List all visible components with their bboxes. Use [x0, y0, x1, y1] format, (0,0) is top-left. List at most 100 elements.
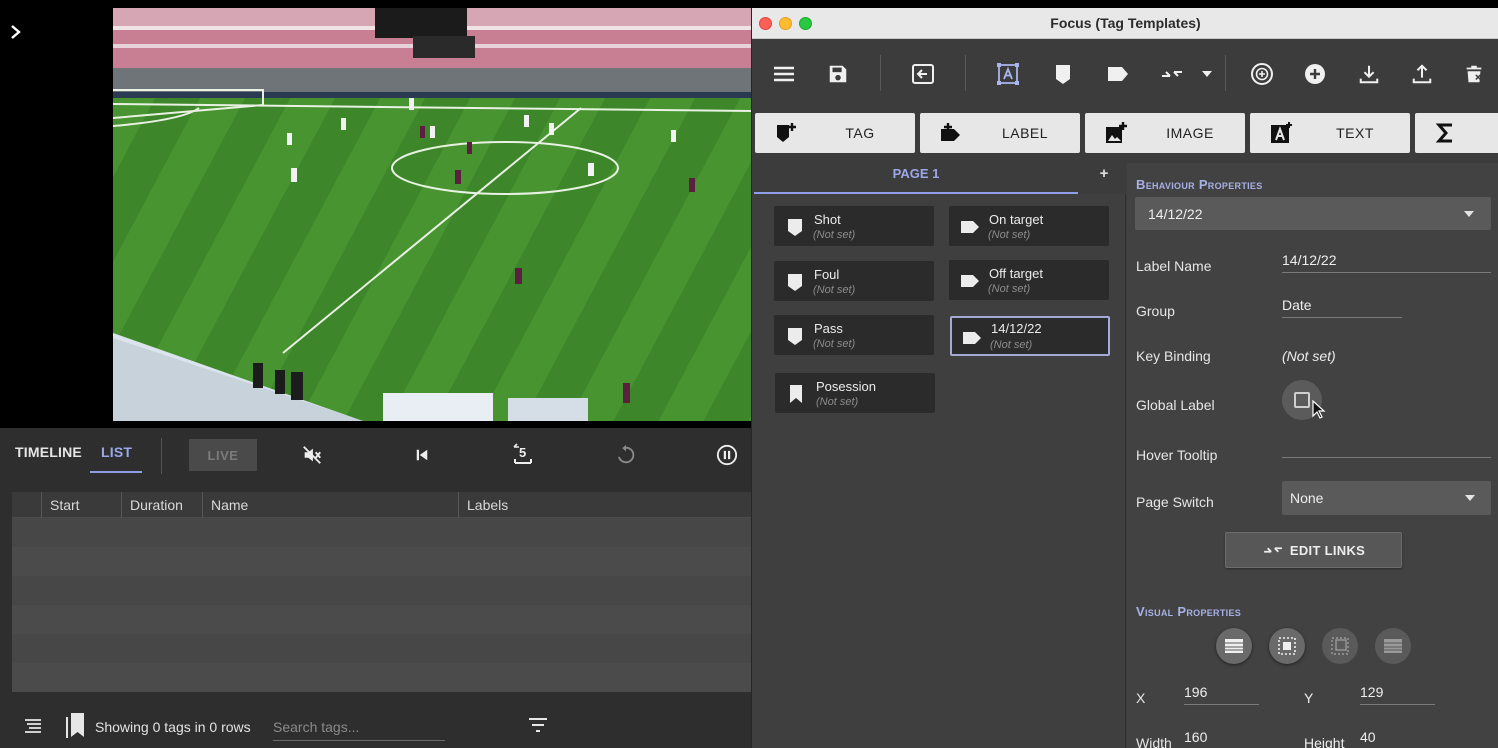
- toolbar-divider: [965, 55, 966, 91]
- add-page-button[interactable]: +: [1094, 163, 1114, 185]
- tag-value: (Not set): [988, 229, 1031, 241]
- element-type-bar: TAG LABEL IMAGE TEXT C: [752, 107, 1498, 163]
- tab-list[interactable]: LIST: [101, 444, 132, 460]
- x-input[interactable]: [1184, 679, 1259, 705]
- toolbar: [752, 39, 1498, 107]
- tag-name: Shot: [814, 212, 841, 227]
- column-header-duration[interactable]: Duration: [121, 492, 202, 518]
- layers-icon[interactable]: [1375, 628, 1411, 664]
- y-label: Y: [1304, 690, 1314, 706]
- links-icon[interactable]: [1157, 59, 1187, 89]
- tag-posession[interactable]: Posession (Not set): [775, 373, 935, 413]
- group-input[interactable]: [1282, 292, 1402, 318]
- tag-name: 14/12/22: [991, 321, 1042, 336]
- label-icon: [963, 332, 981, 344]
- checkbox-box: [1294, 392, 1310, 408]
- edit-links-button[interactable]: EDIT LINKS: [1225, 532, 1402, 568]
- tag-value: (Not set): [988, 283, 1031, 295]
- hover-tooltip-label: Hover Tooltip: [1136, 447, 1218, 463]
- add-tag-label: TAG: [845, 125, 875, 141]
- table-row-stripe: [12, 547, 751, 576]
- tag-name: Posession: [816, 379, 876, 394]
- filter-icon[interactable]: [528, 716, 548, 734]
- label-name-input[interactable]: [1282, 247, 1491, 273]
- save-icon[interactable]: [823, 59, 853, 89]
- add-text-label: TEXT: [1336, 125, 1374, 141]
- menu-icon[interactable]: [769, 59, 799, 89]
- column-header-start[interactable]: Start: [41, 492, 121, 518]
- selected-label-value: 14/12/22: [1148, 206, 1203, 222]
- label-off-target[interactable]: Off target (Not set): [949, 260, 1109, 300]
- tag-icon: [788, 328, 802, 345]
- label-icon: [961, 275, 979, 287]
- height-input[interactable]: [1360, 724, 1435, 748]
- share-icon[interactable]: [1407, 59, 1437, 89]
- table-row-stripe: [12, 605, 751, 634]
- video-player[interactable]: [113, 8, 751, 421]
- links-icon: [1263, 547, 1282, 553]
- skip-back-5-icon[interactable]: 5: [510, 442, 536, 468]
- column-header-labels[interactable]: Labels: [458, 492, 751, 518]
- skip-to-start-icon[interactable]: [409, 442, 435, 468]
- tag-value: (Not set): [813, 229, 856, 241]
- tag-value: (Not set): [990, 339, 1033, 351]
- properties-panel: Behaviour Properties 14/12/22 Label Name…: [1127, 163, 1498, 748]
- title-bar[interactable]: Focus (Tag Templates): [752, 8, 1498, 39]
- page-switch-dropdown[interactable]: None: [1282, 481, 1491, 515]
- rewind-icon[interactable]: [613, 442, 639, 468]
- table-row-stripe: [12, 663, 751, 692]
- tag-icon[interactable]: [1048, 59, 1078, 89]
- chevron-right-icon[interactable]: [8, 22, 24, 42]
- add-image-button[interactable]: IMAGE: [1085, 113, 1245, 153]
- download-icon[interactable]: [1354, 59, 1384, 89]
- label-icon[interactable]: [1103, 59, 1133, 89]
- table-body[interactable]: [12, 518, 751, 692]
- sort-icon[interactable]: [23, 716, 43, 734]
- tag-name: Pass: [814, 321, 843, 336]
- tag-icon: [788, 274, 802, 291]
- key-binding-value[interactable]: (Not set): [1282, 348, 1336, 364]
- width-input[interactable]: [1184, 724, 1259, 748]
- label-date-selected[interactable]: 14/12/22 (Not set): [950, 316, 1110, 356]
- add-label-button[interactable]: LABEL: [920, 113, 1080, 153]
- tag-foul[interactable]: Foul (Not set): [774, 261, 934, 301]
- add-label-label: LABEL: [1001, 125, 1049, 141]
- column-header-name[interactable]: Name: [202, 492, 458, 518]
- tab-page-1[interactable]: PAGE 1: [754, 163, 1078, 194]
- frame-icon[interactable]: [1322, 628, 1358, 664]
- tag-shot[interactable]: Shot (Not set): [774, 206, 934, 246]
- global-label-checkbox[interactable]: [1282, 380, 1326, 420]
- football-pitch-image: [113, 8, 751, 421]
- text-frame-icon[interactable]: [993, 59, 1023, 89]
- exit-icon[interactable]: [908, 59, 938, 89]
- add-circle-icon[interactable]: [1300, 59, 1330, 89]
- delete-icon[interactable]: [1459, 59, 1489, 89]
- add-text-button[interactable]: TEXT: [1250, 113, 1410, 153]
- add-circle-outline-icon[interactable]: [1247, 59, 1277, 89]
- column-header-select[interactable]: [12, 492, 41, 518]
- tag-template-canvas[interactable]: Shot (Not set) On target (Not set) Foul …: [752, 194, 1126, 748]
- key-binding-label: Key Binding: [1136, 348, 1211, 364]
- dropdown-icon[interactable]: [1197, 59, 1217, 89]
- select-area-icon[interactable]: [1269, 628, 1305, 664]
- hover-tooltip-input[interactable]: [1282, 432, 1491, 458]
- tag-name: Off target: [989, 266, 1043, 281]
- selected-label-dropdown[interactable]: 14/12/22: [1135, 197, 1491, 230]
- add-formula-button[interactable]: C: [1415, 113, 1498, 153]
- list-footer: Showing 0 tags in 0 rows: [0, 703, 751, 748]
- tab-timeline[interactable]: TIMELINE: [15, 444, 82, 460]
- mute-icon[interactable]: [299, 442, 325, 468]
- label-on-target[interactable]: On target (Not set): [949, 206, 1109, 246]
- tag-icon: [788, 219, 802, 236]
- live-button[interactable]: LIVE: [189, 439, 257, 471]
- search-tags-input[interactable]: [273, 713, 445, 741]
- tag-pass[interactable]: Pass (Not set): [774, 315, 934, 355]
- page-switch-label: Page Switch: [1136, 494, 1214, 510]
- y-input[interactable]: [1360, 679, 1435, 705]
- label-icon: [961, 221, 979, 233]
- left-strip: [0, 0, 113, 428]
- add-tag-button[interactable]: TAG: [755, 113, 915, 153]
- svg-text:5: 5: [519, 445, 526, 460]
- pause-icon[interactable]: [714, 442, 740, 468]
- align-full-icon[interactable]: [1216, 628, 1252, 664]
